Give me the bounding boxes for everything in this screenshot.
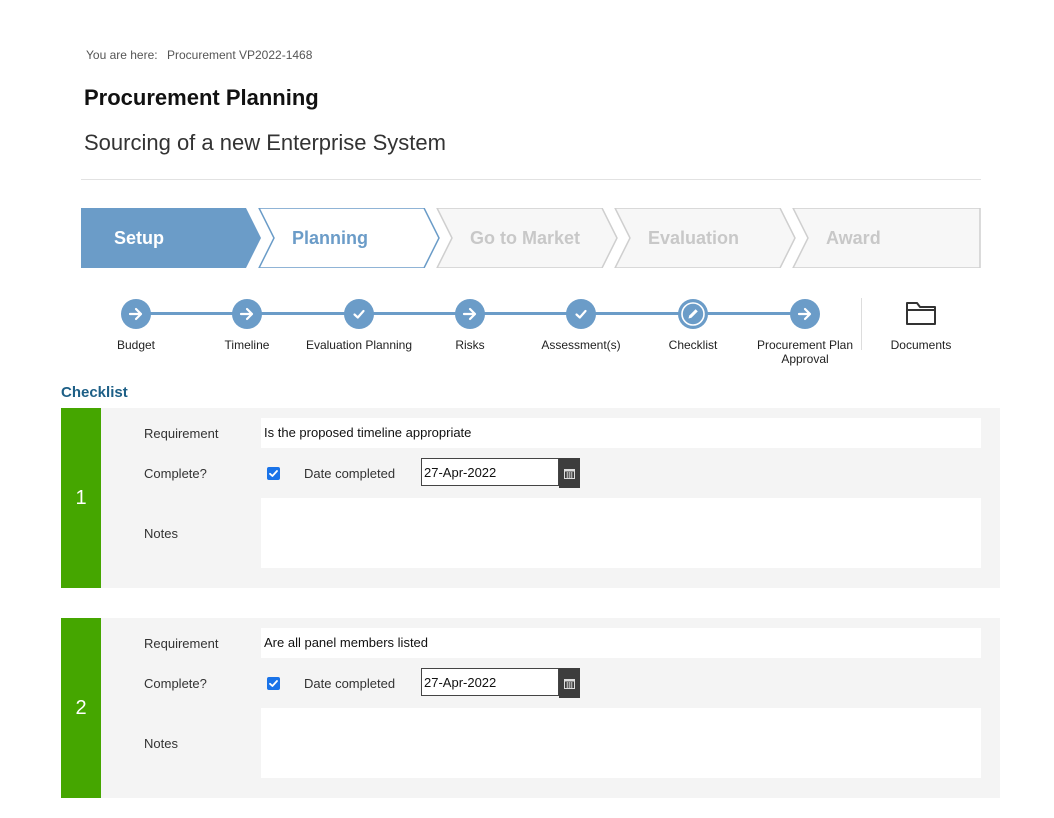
page-title: Procurement Planning	[84, 85, 319, 110]
requirement-label: Requirement	[144, 426, 219, 441]
stage-progress: Setup Planning Go to Market Evaluation A…	[81, 208, 981, 268]
notes-field[interactable]	[261, 498, 981, 568]
step-label: Timeline	[224, 338, 270, 352]
calendar-icon[interactable]	[559, 668, 580, 698]
complete-label: Complete?	[144, 676, 207, 691]
complete-checkbox[interactable]	[267, 467, 280, 480]
stage-chevron-award[interactable]	[792, 208, 981, 268]
check-icon	[269, 680, 278, 687]
notes-label: Notes	[144, 526, 178, 541]
pencil-icon	[678, 299, 708, 329]
breadcrumb-item[interactable]: Procurement VP2022-1468	[167, 48, 312, 62]
step-timeline[interactable]: Timeline	[191, 296, 303, 352]
requirement-field[interactable]: Is the proposed timeline appropriate	[261, 418, 981, 448]
item-number: 1	[61, 408, 101, 588]
arrow-right-icon	[455, 299, 485, 329]
step-label: Evaluation Planning	[305, 338, 413, 352]
date-completed-label: Date completed	[304, 466, 396, 481]
check-icon	[566, 299, 596, 329]
step-label: Procurement Plan Approval	[756, 338, 854, 366]
date-completed-label: Date completed	[304, 676, 396, 691]
step-budget[interactable]: Budget	[80, 296, 192, 352]
stage-planning[interactable]: Planning	[292, 208, 368, 268]
step-assessments[interactable]: Assessment(s)	[525, 296, 637, 352]
breadcrumb: You are here: Procurement VP2022-1468	[86, 48, 318, 62]
date-completed-input[interactable]: 27-Apr-2022	[421, 668, 559, 696]
requirement-field[interactable]: Are all panel members listed	[261, 628, 981, 658]
section-title: Checklist	[61, 384, 128, 401]
checklist-item: 2 Requirement Are all panel members list…	[61, 618, 1000, 798]
step-documents[interactable]: Documents	[865, 296, 977, 352]
step-divider	[861, 298, 862, 350]
stage-go-to-market[interactable]: Go to Market	[470, 208, 580, 268]
folder-icon	[865, 296, 977, 329]
check-icon	[344, 299, 374, 329]
step-procurement-plan-approval[interactable]: Procurement Plan Approval	[749, 296, 861, 366]
stage-evaluation[interactable]: Evaluation	[648, 208, 739, 268]
stage-award[interactable]: Award	[826, 208, 881, 268]
step-checklist[interactable]: Checklist	[637, 296, 749, 352]
stage-chevron-setup[interactable]	[81, 208, 261, 268]
item-number: 2	[61, 618, 101, 798]
step-label: Documents	[890, 338, 952, 352]
step-label: Budget	[116, 338, 156, 352]
checklist-item: 1 Requirement Is the proposed timeline a…	[61, 408, 1000, 588]
arrow-right-icon	[232, 299, 262, 329]
breadcrumb-prefix: You are here:	[86, 48, 158, 62]
page-subtitle: Sourcing of a new Enterprise System	[84, 130, 446, 155]
step-label: Checklist	[668, 338, 718, 352]
step-evaluation-planning[interactable]: Evaluation Planning	[303, 296, 415, 352]
step-label: Risks	[455, 338, 485, 352]
notes-label: Notes	[144, 736, 178, 751]
step-label: Assessment(s)	[541, 338, 621, 352]
date-completed-input[interactable]: 27-Apr-2022	[421, 458, 559, 486]
step-risks[interactable]: Risks	[414, 296, 526, 352]
requirement-label: Requirement	[144, 636, 219, 651]
calendar-icon[interactable]	[559, 458, 580, 488]
notes-field[interactable]	[261, 708, 981, 778]
step-progress: Budget Timeline Evaluation Planning Risk…	[0, 296, 1054, 366]
complete-checkbox[interactable]	[267, 677, 280, 690]
complete-label: Complete?	[144, 466, 207, 481]
divider	[81, 179, 981, 180]
arrow-right-icon	[790, 299, 820, 329]
arrow-right-icon	[121, 299, 151, 329]
stage-setup[interactable]: Setup	[114, 208, 164, 268]
check-icon	[269, 470, 278, 477]
